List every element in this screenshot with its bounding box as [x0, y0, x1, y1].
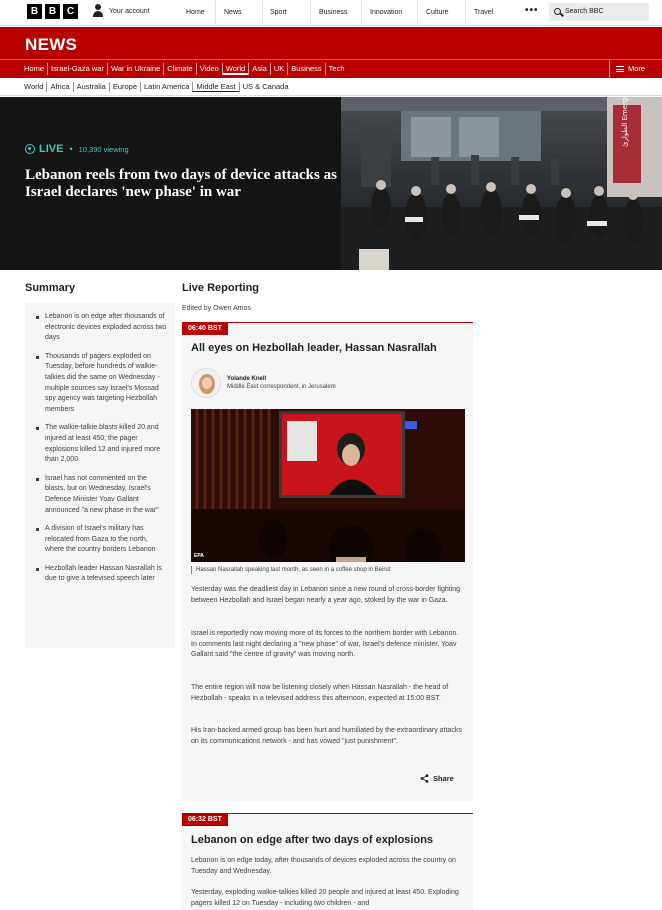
- summary-heading: Summary: [25, 282, 76, 294]
- viewer-count: 10,390 viewing: [78, 144, 129, 154]
- emergency-sign-text: الطوارئ Emergency: [621, 97, 629, 147]
- edited-by: Edited by Owen Amos: [182, 305, 251, 312]
- author-name: Yolande Knell: [227, 376, 267, 382]
- subnav-australia[interactable]: Australia: [72, 82, 109, 92]
- live-separator: •: [69, 144, 73, 154]
- summary-item: Israel has not commented on the blasts, …: [36, 474, 167, 516]
- global-nav-sport[interactable]: Sport: [262, 0, 310, 25]
- summary-item: Lebanon is on edge after thousands of el…: [36, 312, 167, 344]
- image-caption: Hassan Nasrallah speaking last month, as…: [191, 566, 390, 574]
- news-logo[interactable]: NEWS: [25, 35, 77, 55]
- live-hero: LIVE • 10,390 viewing Lebanon reels from…: [0, 97, 662, 270]
- share-label: Share: [433, 774, 454, 783]
- bbc-logo[interactable]: B B C: [27, 4, 78, 19]
- global-nav: Home News Sport Business Innovation Cult…: [178, 0, 511, 25]
- author-info: Yolande Knell Middle East correspondent,…: [227, 376, 336, 390]
- section-nav-israel-gaza[interactable]: Israel-Gaza war: [47, 63, 107, 75]
- live-reporting-heading: Live Reporting: [182, 282, 260, 294]
- avatar: [191, 368, 221, 398]
- post-paragraph: Yesterday, exploding walkie-talkies kill…: [191, 889, 459, 907]
- user-icon: [92, 4, 104, 18]
- author-role: Middle East correspondent, in Jerusalem: [227, 384, 336, 390]
- post-paragraph: Yesterday was the deadliest day in Leban…: [191, 586, 461, 604]
- subnav-world[interactable]: World: [22, 82, 46, 92]
- section-nav-video[interactable]: Video: [195, 63, 222, 75]
- global-nav-home[interactable]: Home: [178, 0, 215, 25]
- summary-panel: Lebanon is on edge after thousands of el…: [25, 303, 175, 648]
- section-nav: Home Israel-Gaza war War in Ukraine Clim…: [0, 59, 662, 78]
- section-nav-home[interactable]: Home: [21, 63, 47, 75]
- post-photo: EPA: [191, 409, 465, 562]
- section-nav-climate[interactable]: Climate: [163, 63, 195, 75]
- post-photo-graphic: [191, 409, 465, 562]
- global-nav-business[interactable]: Business: [310, 0, 361, 25]
- global-nav-culture[interactable]: Culture: [417, 0, 465, 25]
- subnav-latin-america[interactable]: Latin America: [140, 82, 192, 92]
- section-nav-tech[interactable]: Tech: [324, 63, 348, 75]
- subnav-us-canada[interactable]: US & Canada: [238, 82, 292, 92]
- post-title: Lebanon on edge after two days of explos…: [191, 834, 434, 846]
- page-title: Lebanon reels from two days of device at…: [25, 167, 337, 200]
- post-title: All eyes on Hezbollah leader, Hassan Nas…: [191, 342, 437, 354]
- post-paragraph: Israel is reportedly now moving more of …: [191, 630, 459, 658]
- search-label: Search BBC: [565, 8, 604, 15]
- live-post: 06:32 BST Lebanon on edge after two days…: [182, 813, 473, 910]
- search-button[interactable]: Search BBC: [549, 3, 649, 21]
- global-nav-travel[interactable]: Travel: [465, 0, 511, 25]
- global-nav-news[interactable]: News: [215, 0, 262, 25]
- global-nav-innovation[interactable]: Innovation: [361, 0, 417, 25]
- summary-item: The walkie-talkie blasts killed 20 and i…: [36, 423, 167, 465]
- search-icon: [554, 8, 561, 15]
- share-icon: [420, 774, 429, 783]
- hamburger-icon: [616, 66, 624, 72]
- news-banner: NEWS: [0, 27, 662, 59]
- subnav-europe[interactable]: Europe: [108, 82, 140, 92]
- post-timestamp: 06:40 BST: [182, 323, 228, 335]
- global-header: B B C Your account Home News Sport Busin…: [0, 0, 662, 26]
- live-post: 06:40 BST All eyes on Hezbollah leader, …: [182, 322, 473, 801]
- account-label: Your account: [109, 7, 150, 15]
- section-nav-uk[interactable]: UK: [269, 63, 287, 75]
- post-paragraph: The entire region will now be listening …: [191, 684, 449, 702]
- subnav-middle-east[interactable]: Middle East: [192, 82, 239, 92]
- summary-item: Thousands of pagers exploded on Tuesday,…: [36, 352, 167, 416]
- section-nav-business[interactable]: Business: [287, 63, 324, 75]
- summary-item: Hezbollah leader Hassan Nasrallah is due…: [36, 564, 167, 585]
- logo-letter: C: [63, 4, 78, 19]
- subnav-africa[interactable]: Africa: [46, 82, 72, 92]
- author-photo: [192, 369, 220, 397]
- live-indicator: LIVE • 10,390 viewing: [25, 143, 129, 155]
- live-icon: [25, 144, 35, 154]
- section-nav-world[interactable]: World: [221, 63, 249, 75]
- more-menu-icon[interactable]: •••: [525, 6, 539, 16]
- share-button[interactable]: Share: [420, 774, 454, 783]
- logo-letter: B: [27, 4, 42, 19]
- post-paragraph: Lebanon is on edge today, after thousand…: [191, 857, 456, 875]
- account-link[interactable]: Your account: [92, 4, 150, 18]
- post-timestamp: 06:32 BST: [182, 814, 228, 826]
- hero-photo: الطوارئ Emergency: [341, 97, 662, 270]
- section-more-label: More: [628, 64, 646, 73]
- live-label: LIVE: [39, 143, 64, 155]
- section-nav-asia[interactable]: Asia: [248, 63, 270, 75]
- logo-letter: B: [45, 4, 60, 19]
- post-author: Yolande Knell Middle East correspondent,…: [191, 368, 336, 398]
- image-credit: EPA: [194, 553, 204, 559]
- hero-photo-graphic: الطوارئ Emergency: [341, 97, 662, 270]
- section-more-button[interactable]: More: [609, 60, 645, 78]
- post-paragraph: His Iran-backed armed group has been hur…: [191, 727, 462, 745]
- summary-item: A division of Israel's military has relo…: [36, 524, 167, 556]
- world-subnav: World Africa Australia Europe Latin Amer…: [0, 79, 662, 96]
- section-nav-ukraine[interactable]: War in Ukraine: [106, 63, 163, 75]
